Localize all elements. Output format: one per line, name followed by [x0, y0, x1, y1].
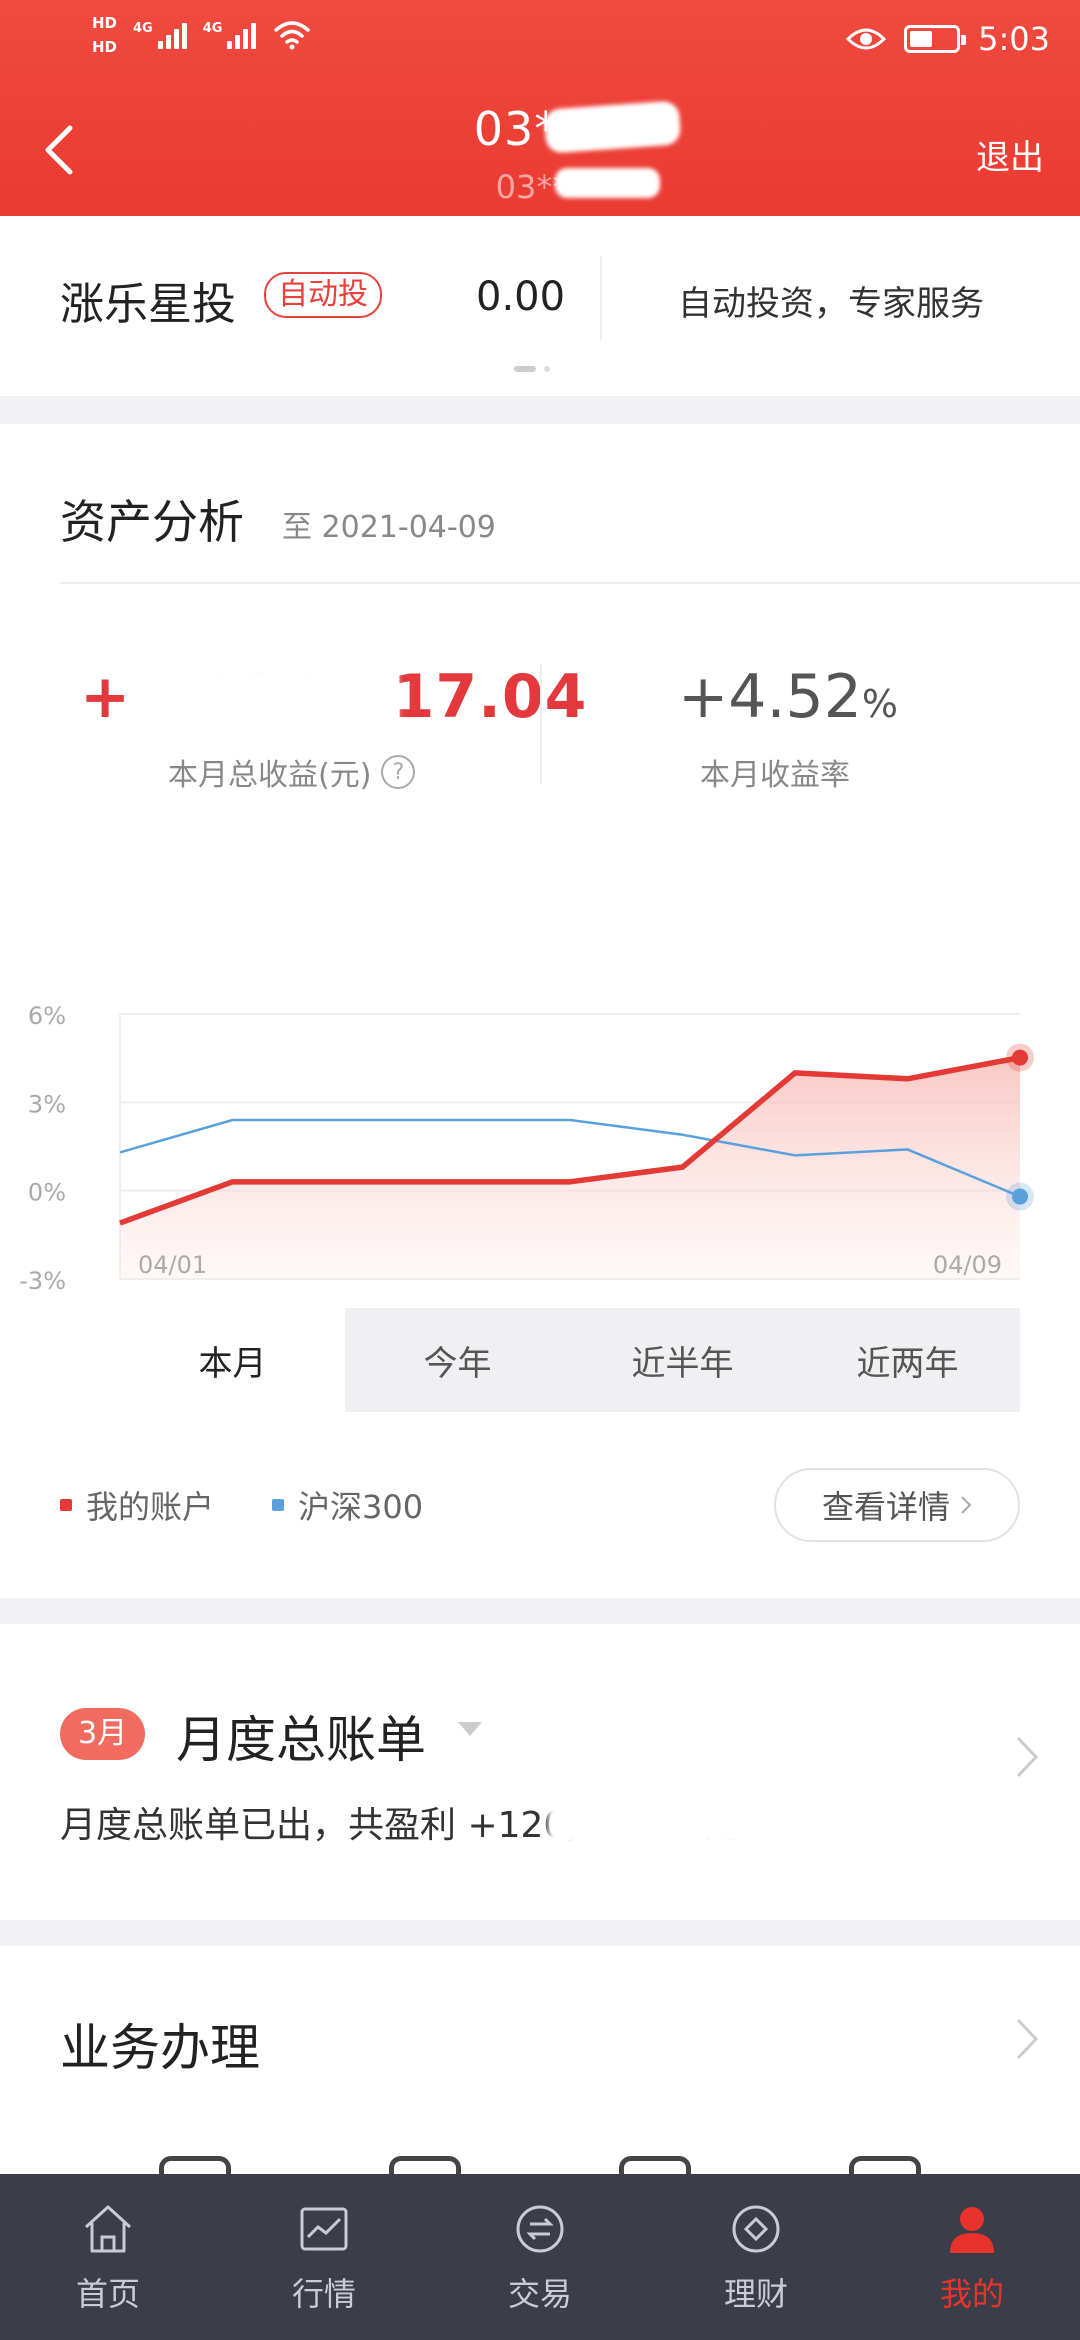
clock: 5:03	[978, 20, 1050, 58]
chevron-right-icon	[961, 1496, 972, 1514]
product-description: 自动投资，专家服务	[678, 284, 984, 324]
legend-dot-index	[272, 1499, 285, 1511]
asset-analysis-card: 资产分析 至 2021-04-09 +1,026,117.04 本月总收益(元)…	[0, 424, 1080, 1598]
y-tick-label: 6%	[28, 1002, 66, 1030]
nav-wealth[interactable]: 理财	[648, 2174, 864, 2340]
as-of-date: 至 2021-04-09	[282, 510, 496, 545]
logout-button[interactable]: 退出	[976, 130, 1044, 179]
section-title: 业务办理	[60, 2019, 260, 2077]
user-icon	[950, 2207, 994, 2253]
x-tick-label: 04/09	[933, 1251, 1002, 1279]
month-rate-value: +4.52%	[678, 662, 898, 732]
endpoint-index	[1012, 1188, 1028, 1205]
caret-down-icon[interactable]	[458, 1722, 482, 1736]
redaction-mask	[543, 100, 682, 154]
divider	[60, 582, 1080, 584]
header-bar: HD HD 4G 4G 5:03 03*** 03*** 退出	[0, 0, 1080, 216]
month-rate-label: 本月收益率	[700, 758, 850, 793]
monthly-bill-card[interactable]: 3月 月度总账单 月度总账单已出，共盈利 +120,702.75元	[0, 1624, 1080, 1920]
product-banner[interactable]: 涨乐星投 自动投 0.00 自动投资，专家服务	[0, 216, 1080, 396]
account-subtitle: 03***	[495, 168, 585, 206]
bottom-nav: 首页 行情 交易 理财 我的	[0, 2174, 1080, 2340]
month-gain-label: 本月总收益(元) ?	[168, 750, 416, 794]
wifi-icon	[274, 21, 311, 50]
legend-mine: 我的账户	[86, 1488, 215, 1526]
status-bar-right: 5:03	[846, 20, 1050, 58]
signal-icon-2: 4G	[203, 21, 257, 49]
section-title: 资产分析	[60, 495, 244, 549]
chart-icon	[300, 2207, 348, 2251]
area-fill-mine	[120, 1057, 1020, 1279]
status-bar-left: HD HD 4G 4G	[92, 14, 311, 56]
auto-invest-badge: 自动投	[264, 272, 382, 318]
exchange-icon	[516, 2205, 564, 2253]
view-details-button[interactable]: 查看详情	[774, 1468, 1020, 1542]
account-title: 03***	[473, 102, 607, 156]
tab-this-year[interactable]: 今年	[345, 1308, 570, 1412]
month-badge: 3月	[60, 1708, 146, 1760]
tab-half-year[interactable]: 近半年	[570, 1308, 795, 1412]
help-icon[interactable]: ?	[381, 755, 416, 789]
diamond-icon	[732, 2205, 780, 2253]
chart-legend: 我的账户 沪深300	[60, 1482, 423, 1528]
y-tick-label: 3%	[28, 1090, 66, 1118]
nav-trade[interactable]: 交易	[432, 2174, 648, 2340]
carousel-indicator	[514, 366, 550, 372]
x-tick-label: 04/01	[138, 1251, 207, 1279]
eye-icon	[846, 28, 887, 50]
y-tick-label: -3%	[19, 1267, 66, 1295]
product-name: 涨乐星投	[60, 279, 236, 330]
hd-icon-2: HD	[92, 38, 118, 56]
divider	[540, 664, 542, 784]
chevron-right-icon[interactable]	[1014, 2016, 1040, 2062]
chevron-right-icon[interactable]	[1014, 1734, 1040, 1780]
divider	[600, 256, 602, 340]
period-tabs: 本月 今年 近半年 近两年	[120, 1308, 1020, 1412]
legend-index: 沪深300	[298, 1488, 424, 1526]
battery-icon	[904, 25, 967, 53]
redaction-mask	[548, 1794, 758, 1844]
bill-title: 月度总账单	[176, 1711, 426, 1769]
redaction-mask-2	[555, 168, 660, 198]
tab-this-month[interactable]: 本月	[120, 1308, 345, 1412]
return-line-chart[interactable]: 6% 3% 0% -3% 04/01 04/09	[0, 864, 1080, 1304]
tab-two-years[interactable]: 近两年	[795, 1308, 1020, 1412]
legend-dot-mine	[60, 1499, 72, 1511]
product-value: 0.00	[476, 274, 566, 320]
nav-mine[interactable]: 我的	[864, 2174, 1080, 2340]
nav-market[interactable]: 行情	[216, 2174, 432, 2340]
hd-icon: HD	[92, 14, 118, 32]
endpoint-mine	[1012, 1049, 1028, 1066]
nav-home[interactable]: 首页	[0, 2174, 216, 2340]
y-tick-label: 0%	[28, 1179, 66, 1207]
signal-icon: 4G	[133, 21, 187, 49]
redaction-mask	[128, 668, 398, 732]
home-icon	[84, 2205, 132, 2253]
